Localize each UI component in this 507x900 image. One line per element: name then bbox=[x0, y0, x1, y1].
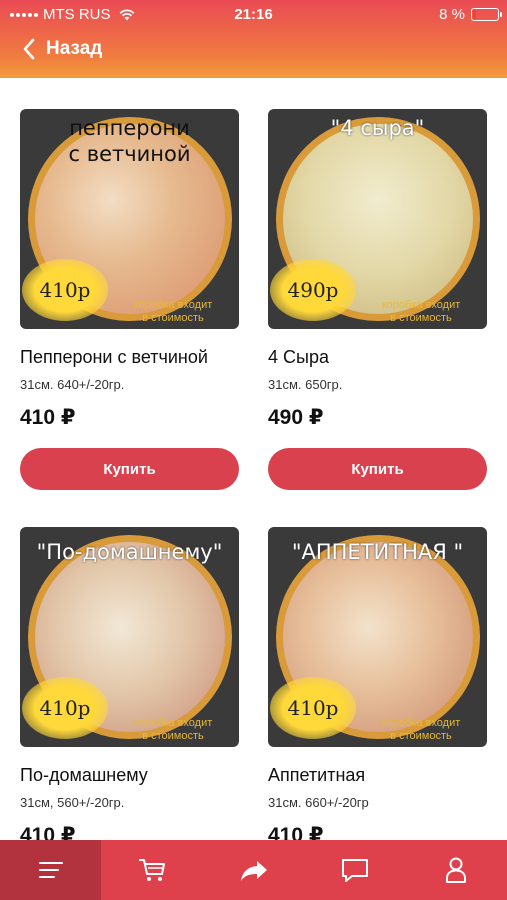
product-name: Пепперони с ветчиной bbox=[20, 347, 208, 367]
photo-price-badge: 410р bbox=[270, 677, 356, 739]
product-photo[interactable]: пепперони с ветчиной 410р коробка входит… bbox=[20, 109, 239, 329]
photo-caption: "По-домашнему" bbox=[36, 540, 223, 564]
product-card[interactable]: "4 сыра" 490р коробка входит в стоимость… bbox=[268, 109, 487, 490]
buy-button[interactable]: Купить bbox=[20, 448, 239, 490]
tab-menu[interactable] bbox=[0, 840, 102, 900]
battery-percent: 8 % bbox=[439, 6, 465, 23]
cart-icon bbox=[139, 859, 166, 881]
app-header: MTS RUS 21:16 8 % Назад bbox=[0, 0, 507, 78]
profile-icon bbox=[446, 857, 467, 883]
product-photo[interactable]: "4 сыра" 490р коробка входит в стоимость bbox=[268, 109, 487, 329]
product-photo[interactable]: "АППЕТИТНАЯ " 410р коробка входит в стои… bbox=[268, 527, 487, 747]
photo-caption: "4 сыра" bbox=[330, 116, 425, 140]
back-button[interactable]: Назад bbox=[22, 38, 102, 60]
chat-icon bbox=[341, 859, 368, 882]
chevron-left-icon bbox=[23, 38, 35, 60]
product-card[interactable]: пепперони с ветчиной 410р коробка входит… bbox=[20, 109, 239, 490]
product-price: 490 ₽ bbox=[268, 406, 324, 429]
menu-icon bbox=[38, 862, 63, 878]
photo-price-badge: 410р bbox=[22, 259, 108, 321]
product-price: 410 ₽ bbox=[20, 406, 76, 429]
back-label: Назад bbox=[46, 38, 103, 59]
tab-chat[interactable] bbox=[304, 840, 405, 900]
tab-bar bbox=[0, 840, 507, 900]
photo-box-note: коробка входит в стоимость bbox=[381, 299, 461, 324]
product-price: 410 ₽ bbox=[268, 824, 324, 840]
status-bar: MTS RUS 21:16 8 % bbox=[0, 0, 507, 28]
photo-price-badge: 410р bbox=[22, 677, 108, 739]
photo-caption: пепперони с ветчиной bbox=[68, 116, 191, 166]
photo-box-note: коробка входит в стоимость bbox=[381, 717, 461, 742]
product-name: 4 Сыра bbox=[268, 347, 329, 367]
product-spec: 31см. 660+/-20гр bbox=[268, 795, 369, 810]
product-card[interactable]: "По-домашнему" 410р коробка входит в сто… bbox=[20, 527, 239, 840]
tab-cart[interactable] bbox=[101, 840, 202, 900]
product-grid[interactable]: пепперони с ветчиной 410р коробка входит… bbox=[0, 78, 507, 840]
battery-icon bbox=[471, 8, 502, 21]
photo-box-note: коробка входит в стоимость bbox=[133, 299, 213, 324]
photo-box-note: коробка входит в стоимость bbox=[133, 717, 213, 742]
tab-profile[interactable] bbox=[406, 840, 507, 900]
clock: 21:16 bbox=[234, 6, 273, 23]
battery-status: 8 % bbox=[439, 6, 502, 23]
tab-share[interactable] bbox=[203, 840, 304, 900]
product-spec: 31см. 650гр. bbox=[268, 377, 343, 392]
photo-price-badge: 490р bbox=[270, 259, 356, 321]
photo-caption: "АППЕТИТНАЯ " bbox=[291, 540, 464, 564]
product-spec: 31см, 560+/-20гр. bbox=[20, 795, 125, 810]
product-name: Аппетитная bbox=[268, 765, 366, 785]
product-photo[interactable]: "По-домашнему" 410р коробка входит в сто… bbox=[20, 527, 239, 747]
product-spec: 31см. 640+/-20гр. bbox=[20, 377, 125, 392]
share-icon bbox=[240, 861, 267, 881]
product-card[interactable]: "АППЕТИТНАЯ " 410р коробка входит в стои… bbox=[268, 527, 487, 840]
product-price: 410 ₽ bbox=[20, 824, 76, 840]
buy-button[interactable]: Купить bbox=[268, 448, 487, 490]
product-name: По-домашнему bbox=[20, 765, 148, 785]
